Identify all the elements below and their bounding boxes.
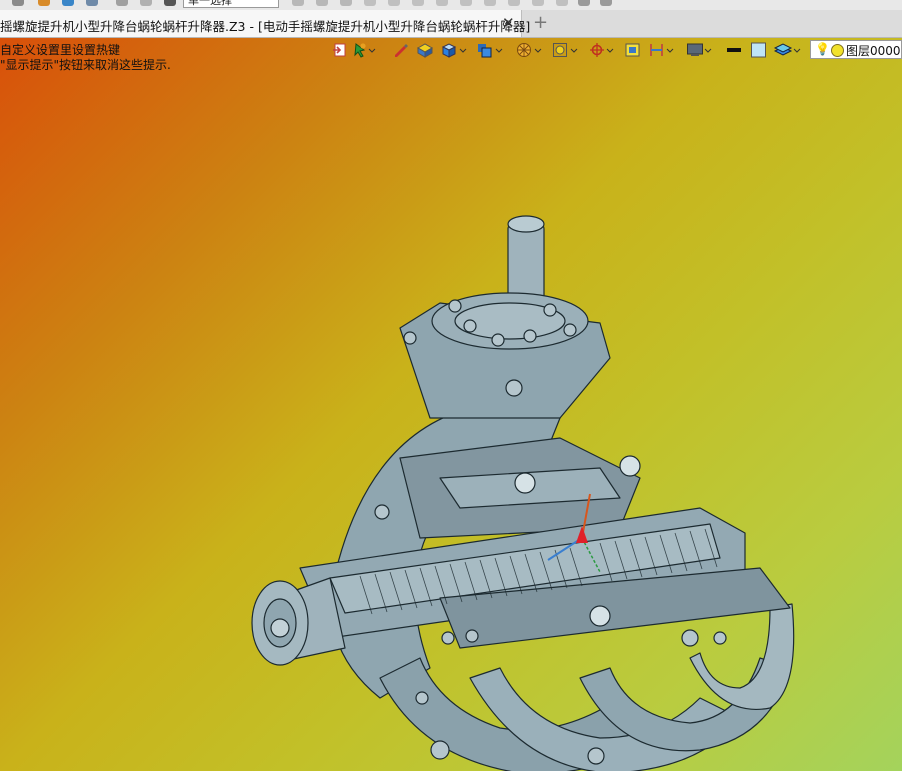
pick-icon-3[interactable] bbox=[340, 0, 352, 6]
pick-icon-7[interactable] bbox=[436, 0, 448, 6]
print-icon[interactable] bbox=[86, 0, 98, 6]
document-tab-bar: 摇螺旋提升机小型升降台蜗轮蜗杆升降器.Z3 - [电动手摇螺旋提升机小型升降台蜗… bbox=[0, 10, 902, 38]
graphics-viewport[interactable]: 自定义设置里设置热键 "显示提示"按钮来取消这些提示. 💡 图层0000 bbox=[0, 38, 902, 771]
pick-icon[interactable] bbox=[292, 0, 304, 6]
document-tab-title: 摇螺旋提升机小型升降台蜗轮蜗杆升降器.Z3 - [电动手摇螺旋提升机小型升降台蜗… bbox=[0, 19, 531, 34]
filter-icon[interactable] bbox=[164, 0, 176, 6]
pick-icon-11[interactable] bbox=[532, 0, 544, 6]
redo-icon[interactable] bbox=[140, 0, 152, 6]
pick-icon-9[interactable] bbox=[484, 0, 496, 6]
open-file-icon[interactable] bbox=[38, 0, 50, 6]
pick-icon-8[interactable] bbox=[460, 0, 472, 6]
worm-gear-lifter-model[interactable] bbox=[0, 38, 902, 771]
menu-icon[interactable] bbox=[12, 0, 24, 6]
document-tab[interactable]: 摇螺旋提升机小型升降台蜗轮蜗杆升降器.Z3 - [电动手摇螺旋提升机小型升降台蜗… bbox=[0, 10, 530, 37]
undo-icon[interactable] bbox=[116, 0, 128, 6]
settings-icon[interactable] bbox=[578, 0, 590, 6]
new-tab-button[interactable]: + bbox=[533, 13, 548, 33]
close-tab-icon[interactable]: ✕ bbox=[502, 14, 515, 32]
pick-icon-12[interactable] bbox=[556, 0, 568, 6]
save-icon[interactable] bbox=[62, 0, 74, 6]
selection-filter-combo[interactable]: 单一选择 bbox=[183, 0, 279, 8]
pick-icon-6[interactable] bbox=[412, 0, 424, 6]
pick-icon-5[interactable] bbox=[388, 0, 400, 6]
pick-icon-2[interactable] bbox=[316, 0, 328, 6]
pick-icon-4[interactable] bbox=[364, 0, 376, 6]
help-icon[interactable] bbox=[600, 0, 612, 6]
pick-icon-10[interactable] bbox=[508, 0, 520, 6]
